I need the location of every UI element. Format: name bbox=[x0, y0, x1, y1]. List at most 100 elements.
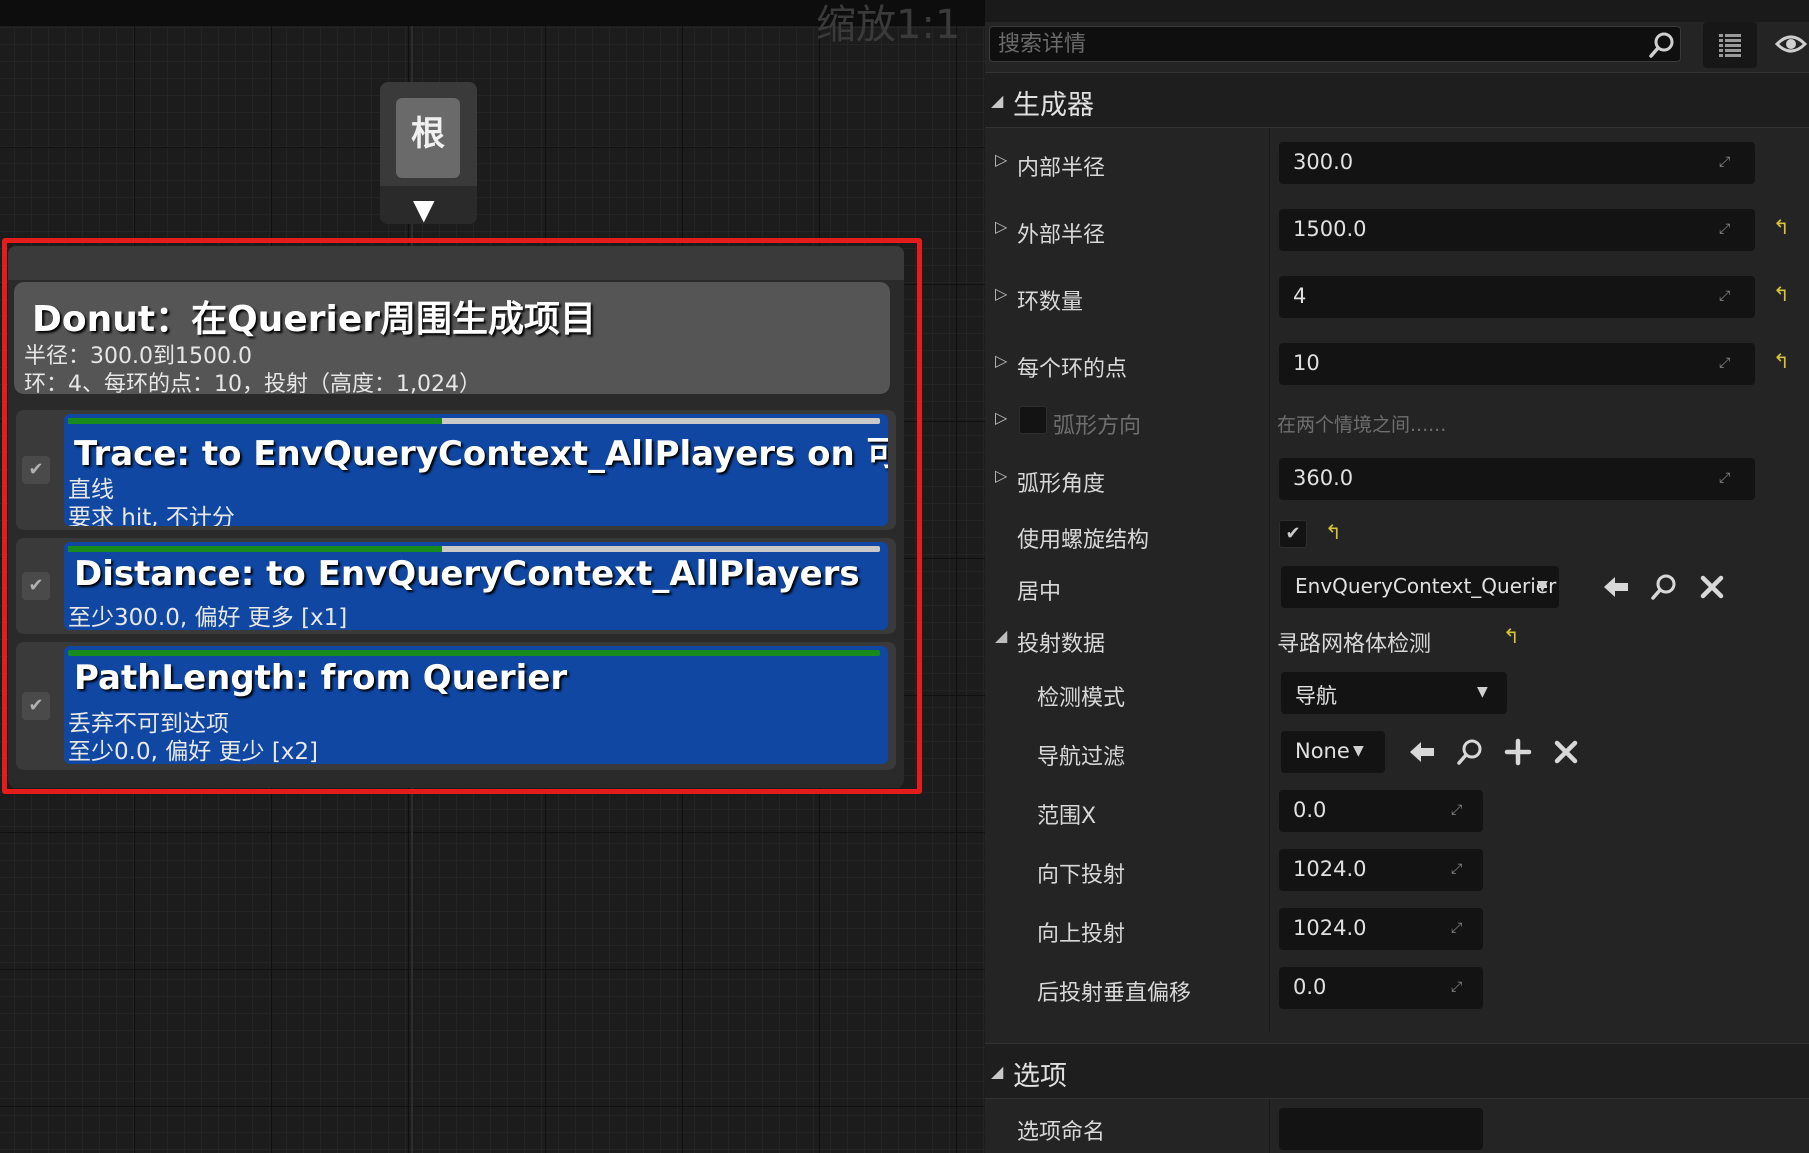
use-spiral-checkbox[interactable]: ✔ bbox=[1279, 520, 1307, 548]
prop-points-per-ring: ▷ 每个环的点 10 ⤢ ↰ bbox=[985, 341, 1809, 389]
root-node[interactable]: 根 ▼ bbox=[380, 82, 477, 224]
field-value: 1500.0 bbox=[1293, 217, 1367, 241]
field-value: 4 bbox=[1293, 284, 1307, 308]
resize-icon: ⤢ bbox=[1451, 979, 1463, 995]
prop-label: 向上投射 bbox=[1037, 922, 1126, 947]
prop-label: 外部半径 bbox=[1017, 223, 1106, 248]
prop-project-down: 向下投射 1024.0 ⤢ bbox=[985, 849, 1809, 891]
clear-x-icon[interactable] bbox=[1551, 737, 1581, 767]
root-node-output: ▼ bbox=[380, 186, 477, 224]
output-pin-icon[interactable]: ▼ bbox=[413, 196, 435, 224]
resize-icon: ⤢ bbox=[1719, 470, 1731, 486]
category-options[interactable]: ◢ 选项 bbox=[985, 1043, 1809, 1099]
prop-label: 后投射垂直偏移 bbox=[1037, 981, 1192, 1006]
property-matrix-button[interactable] bbox=[1703, 22, 1757, 68]
arc-direction-checkbox[interactable] bbox=[1019, 406, 1047, 434]
prop-label: 检测模式 bbox=[1037, 686, 1126, 711]
project-up-field[interactable]: 1024.0 ⤢ bbox=[1279, 908, 1483, 950]
editor-window: 缩放1:1 根 ▼ Donut：在Querier周围生成项目 半径：300.0到… bbox=[0, 0, 1809, 1153]
prop-label: 内部半径 bbox=[1017, 156, 1106, 181]
clear-x-icon[interactable] bbox=[1697, 572, 1727, 602]
details-top-strip bbox=[985, 0, 1809, 22]
prop-arc-angle: ▷ 弧形角度 360.0 ⤢ bbox=[985, 456, 1809, 504]
field-value: 1024.0 bbox=[1293, 857, 1367, 881]
graph-canvas[interactable]: 缩放1:1 根 ▼ Donut：在Querier周围生成项目 半径：300.0到… bbox=[0, 0, 985, 1153]
inner-radius-field[interactable]: 300.0 ⤢ bbox=[1279, 142, 1755, 184]
reset-to-default-icon[interactable]: ↰ bbox=[1773, 215, 1790, 239]
prop-trace-mode: 检测模式 导航 ▼ bbox=[985, 672, 1809, 714]
expand-arrow-icon[interactable]: ▷ bbox=[995, 150, 1007, 169]
prop-nav-filter: 导航过滤 None ▼ bbox=[985, 731, 1809, 773]
category-label: 选项 bbox=[1013, 1061, 1067, 1092]
expand-arrow-icon[interactable]: ▷ bbox=[995, 351, 1007, 370]
search-box[interactable] bbox=[989, 26, 1681, 62]
extent-x-field[interactable]: 0.0 ⤢ bbox=[1279, 790, 1483, 832]
center-context-dropdown[interactable]: EnvQueryContext_Querier ▼ bbox=[1281, 566, 1559, 608]
num-rings-field[interactable]: 4 ⤢ bbox=[1279, 276, 1755, 318]
prop-arc-direction: ▷ 弧形方向 在两个情境之间...... bbox=[985, 404, 1809, 440]
prop-label: 居中 bbox=[1017, 580, 1062, 605]
expand-arrow-icon[interactable]: ▷ bbox=[995, 217, 1007, 236]
prop-label: 导航过滤 bbox=[1037, 745, 1126, 770]
nav-filter-dropdown[interactable]: None ▼ bbox=[1281, 731, 1385, 773]
arc-angle-field[interactable]: 360.0 ⤢ bbox=[1279, 458, 1755, 500]
browse-search-icon[interactable] bbox=[1455, 737, 1485, 767]
expand-arrow-icon[interactable]: ▷ bbox=[995, 284, 1007, 303]
outer-radius-field[interactable]: 1500.0 ⤢ bbox=[1279, 209, 1755, 251]
resize-icon: ⤢ bbox=[1451, 802, 1463, 818]
prop-label: 弧形角度 bbox=[1017, 472, 1106, 497]
resize-icon: ⤢ bbox=[1719, 355, 1731, 371]
reset-to-default-icon[interactable]: ↰ bbox=[1503, 624, 1520, 648]
resize-icon: ⤢ bbox=[1719, 288, 1731, 304]
trace-mode-dropdown[interactable]: 导航 ▼ bbox=[1281, 672, 1507, 714]
use-selected-arrow-icon[interactable] bbox=[1407, 737, 1437, 767]
collapse-arrow-icon[interactable]: ◢ bbox=[991, 91, 1003, 110]
category-label: 生成器 bbox=[1013, 90, 1094, 121]
browse-search-icon[interactable] bbox=[1649, 572, 1679, 602]
search-input[interactable] bbox=[998, 29, 1618, 59]
reset-to-default-icon[interactable]: ↰ bbox=[1773, 282, 1790, 306]
prop-option-name: 选项命名 bbox=[985, 1108, 1809, 1150]
reset-to-default-icon[interactable]: ↰ bbox=[1773, 349, 1790, 373]
add-plus-icon[interactable] bbox=[1503, 737, 1533, 767]
grid-icon bbox=[1719, 34, 1741, 57]
reset-to-default-icon[interactable]: ↰ bbox=[1325, 520, 1342, 544]
prop-project-up: 向上投射 1024.0 ⤢ bbox=[985, 908, 1809, 950]
prop-label: 使用螺旋结构 bbox=[1017, 528, 1150, 553]
search-icon[interactable] bbox=[1648, 31, 1676, 59]
post-offset-field[interactable]: 0.0 ⤢ bbox=[1279, 967, 1483, 1009]
prop-outer-radius: ▷ 外部半径 1500.0 ⤢ ↰ bbox=[985, 207, 1809, 255]
eye-icon[interactable] bbox=[1773, 26, 1809, 62]
prop-label: 弧形方向 bbox=[1053, 414, 1142, 439]
selection-highlight-box bbox=[2, 238, 922, 794]
chevron-down-icon: ▼ bbox=[1353, 743, 1364, 759]
prop-projection-data: ◢ 投射数据 寻路网格体检测 ↰ bbox=[985, 622, 1809, 658]
collapse-arrow-icon[interactable]: ◢ bbox=[991, 1062, 1003, 1081]
dropdown-value: 导航 bbox=[1295, 684, 1337, 708]
field-value: 0.0 bbox=[1293, 798, 1327, 822]
expand-arrow-icon[interactable]: ▷ bbox=[995, 408, 1007, 427]
project-down-field[interactable]: 1024.0 ⤢ bbox=[1279, 849, 1483, 891]
prop-extent-x: 范围X 0.0 ⤢ bbox=[985, 790, 1809, 832]
prop-label: 范围X bbox=[1037, 804, 1097, 829]
details-panel: ◢ 生成器 ▷ 内部半径 300.0 ⤢ ▷ 外部半径 1500.0 ⤢ ↰ ▷ bbox=[985, 0, 1809, 1153]
prop-label: 投射数据 bbox=[1017, 632, 1106, 657]
prop-label: 每个环的点 bbox=[1017, 357, 1128, 382]
prop-center: 居中 EnvQueryContext_Querier ▼ bbox=[985, 566, 1809, 608]
field-value: 300.0 bbox=[1293, 150, 1354, 174]
category-generator[interactable]: ◢ 生成器 bbox=[985, 72, 1809, 128]
resize-icon: ⤢ bbox=[1719, 221, 1731, 237]
chevron-down-icon: ▼ bbox=[1477, 684, 1488, 700]
zoom-level-label: 缩放1:1 bbox=[816, 2, 961, 48]
option-name-field[interactable] bbox=[1279, 1108, 1483, 1150]
dropdown-value: EnvQueryContext_Querier bbox=[1295, 574, 1557, 598]
expand-arrow-icon[interactable]: ▷ bbox=[995, 466, 1007, 485]
points-per-ring-field[interactable]: 10 ⤢ bbox=[1279, 343, 1755, 385]
root-node-label: 根 bbox=[396, 98, 460, 178]
arc-direction-value: 在两个情境之间...... bbox=[1277, 414, 1447, 436]
field-value: 360.0 bbox=[1293, 466, 1354, 490]
prop-use-spiral: 使用螺旋结构 ✔ ↰ bbox=[985, 518, 1809, 554]
prop-label: 选项命名 bbox=[1017, 1120, 1106, 1145]
use-selected-arrow-icon[interactable] bbox=[1601, 572, 1631, 602]
collapse-arrow-icon[interactable]: ◢ bbox=[995, 626, 1007, 645]
